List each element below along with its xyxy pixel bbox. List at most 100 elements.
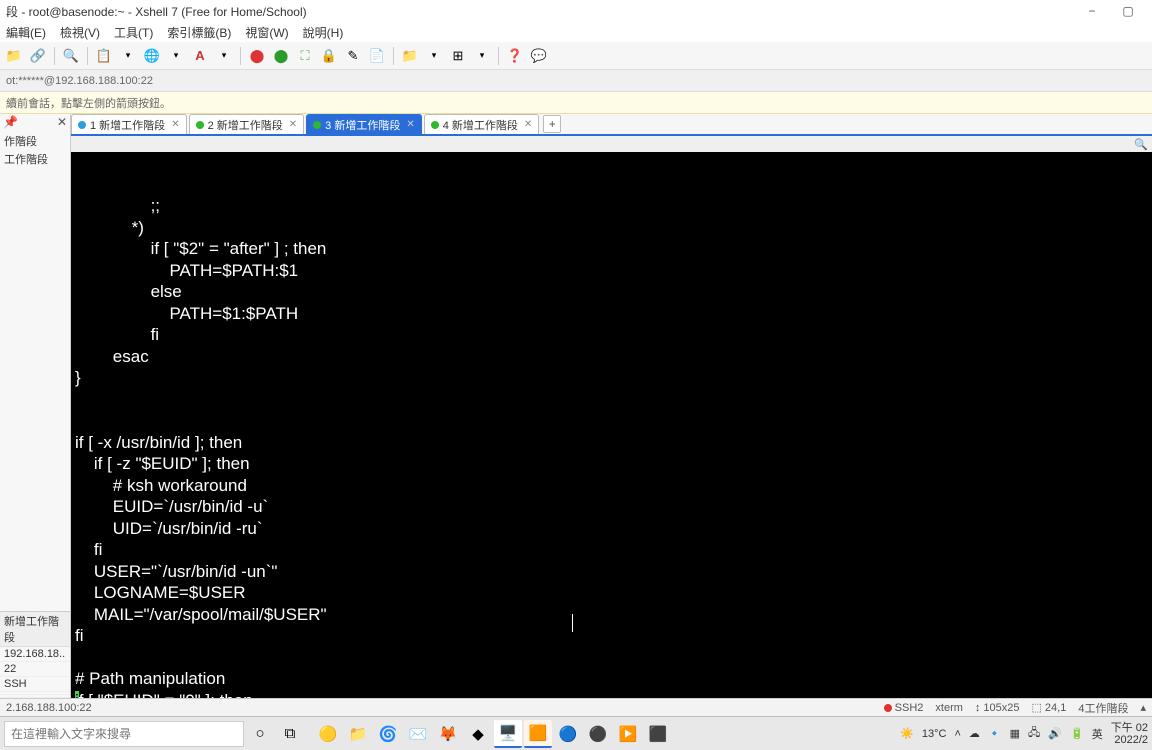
terminal[interactable]: ;; *) if [ "$2" = "after" ] ; then PATH=… [71, 152, 1152, 698]
add-tab-button[interactable]: + [543, 115, 561, 133]
chevron-down-icon[interactable]: ▾ [472, 46, 492, 66]
search-input[interactable] [4, 721, 244, 747]
layout-icon[interactable]: ⊞ [448, 46, 468, 66]
status-dot-icon [431, 121, 439, 129]
edit-icon[interactable]: ✎ [343, 46, 363, 66]
property-empty [0, 695, 70, 698]
main-area: 📌 ✕ 作階段 工作階段 新增工作階段 192.168.18.. 22 SSH … [0, 114, 1152, 698]
close-icon[interactable]: ✕ [406, 119, 414, 130]
close-icon[interactable]: ✕ [524, 119, 532, 130]
status-host: 2.168.188.100:22 [6, 702, 92, 714]
search-icon[interactable]: 🔍 [1134, 138, 1148, 151]
tray-icon[interactable]: 🔹 [988, 727, 1002, 740]
connect-icon[interactable]: ⬤ [271, 46, 291, 66]
chevron-down-icon[interactable]: ▾ [118, 46, 138, 66]
toolbar: 📁 🔗 🔍 📋 ▾ 🌐 ▾ A ▾ ⬤ ⬤ ⛶ 🔒 ✎ 📄 📁 ▾ ⊞ ▾ ❓ … [0, 42, 1152, 70]
weather-icon[interactable]: ☀️ [900, 727, 914, 740]
terminal-line: LOGNAME=$USER [75, 582, 1148, 604]
battery-icon[interactable]: 🔋 [1070, 727, 1084, 740]
chrome-icon[interactable]: 🟡 [314, 720, 342, 748]
tab-session-2[interactable]: 2 新增工作階段 ✕ [189, 114, 305, 134]
tree-item[interactable]: 作階段 [0, 132, 70, 150]
dropbox-icon[interactable]: ◆ [464, 720, 492, 748]
terminal-line: fi [75, 539, 1148, 561]
addressbar[interactable]: ot:******@192.168.188.100:22 [0, 70, 1152, 92]
dot-icon [884, 704, 892, 712]
session-tree[interactable]: 作階段 工作階段 [0, 130, 70, 170]
separator [393, 47, 394, 65]
paste-icon[interactable]: 📋 [94, 46, 114, 66]
menu-edit[interactable]: 編輯(E) [6, 24, 46, 41]
link-icon[interactable]: 🔗 [28, 46, 48, 66]
font-icon[interactable]: A [190, 46, 210, 66]
menu-help[interactable]: 說明(H) [303, 24, 344, 41]
maximize-button[interactable] [1110, 0, 1146, 22]
status-term: xterm [935, 702, 963, 714]
lock-icon[interactable]: 🔒 [319, 46, 339, 66]
minimize-button[interactable] [1074, 0, 1110, 22]
separator [240, 47, 241, 65]
status-dot-icon [196, 121, 204, 129]
titlebar: 段 - root@basenode:~ - Xshell 7 (Free for… [0, 0, 1152, 22]
chevron-down-icon[interactable]: ▾ [424, 46, 444, 66]
onedrive-icon[interactable]: ☁ [969, 727, 980, 740]
volume-icon[interactable]: 🔊 [1048, 727, 1062, 740]
menu-view[interactable]: 檢視(V) [60, 24, 100, 41]
property-header: 新增工作階段 [0, 612, 70, 647]
address-text: ot:******@192.168.188.100:22 [6, 75, 153, 87]
ime-indicator[interactable]: 英 [1092, 726, 1103, 742]
menu-tools[interactable]: 工具(T) [114, 24, 153, 41]
tree-item[interactable]: 工作階段 [0, 150, 70, 168]
pin-icon[interactable]: 📌 [3, 115, 18, 129]
open-icon[interactable]: 📁 [4, 46, 24, 66]
cursor-icon: ⬚ [1032, 701, 1042, 714]
close-icon[interactable]: ✕ [57, 115, 67, 129]
fullscreen-icon[interactable]: ⛶ [295, 46, 315, 66]
mail-icon[interactable]: ✉️ [404, 720, 432, 748]
firefox-icon[interactable]: 🦊 [434, 720, 462, 748]
network-icon[interactable]: 🖧 [1028, 724, 1040, 743]
obs-icon[interactable]: ⚫ [584, 720, 612, 748]
media-icon[interactable]: ▶️ [614, 720, 642, 748]
status-sessions: 4工作階段 [1078, 700, 1128, 716]
tab-session-3[interactable]: 3 新增工作階段 ✕ [306, 114, 422, 134]
close-icon[interactable]: ✕ [171, 119, 179, 130]
chrome2-icon[interactable]: 🔵 [554, 720, 582, 748]
separator [54, 47, 55, 65]
folder-icon[interactable]: 📁 [400, 46, 420, 66]
xshell-icon[interactable]: 🖥️ [494, 720, 522, 748]
status-ssh: SSH2 [884, 702, 924, 714]
globe-icon[interactable]: 🌐 [142, 46, 162, 66]
close-icon[interactable]: ✕ [289, 119, 297, 130]
terminal-line: fi [75, 324, 1148, 346]
tab-session-4[interactable]: 4 新增工作階段 ✕ [424, 114, 540, 134]
taskview-icon[interactable]: ⧉ [276, 720, 304, 748]
tab-label: 2 新增工作階段 [208, 117, 283, 133]
script-icon[interactable]: 📄 [367, 46, 387, 66]
tab-label: 1 新增工作階段 [90, 117, 165, 133]
comment-icon[interactable]: 💬 [529, 46, 549, 66]
chevron-down-icon[interactable]: ▾ [214, 46, 234, 66]
tab-session-1[interactable]: 1 新增工作階段 ✕ [71, 114, 187, 134]
menu-window[interactable]: 視窗(W) [245, 24, 288, 41]
search-icon[interactable]: 🔍 [61, 46, 81, 66]
edge-icon[interactable]: 🌀 [374, 720, 402, 748]
cortana-icon[interactable]: ○ [246, 720, 274, 748]
property-protocol: SSH [0, 677, 70, 692]
explorer-icon[interactable]: 📁 [344, 720, 372, 748]
window-title: 段 - root@basenode:~ - Xshell 7 (Free for… [6, 3, 307, 20]
weather-temp[interactable]: 13°C [922, 728, 947, 740]
app-icon[interactable]: 🟧 [524, 720, 552, 748]
menu-tabs[interactable]: 索引標籤(B) [167, 24, 231, 41]
tray-icon[interactable]: ▦ [1010, 727, 1020, 740]
sidebar-header: 📌 ✕ [0, 114, 70, 130]
status-arrow-icon[interactable]: ▴ [1140, 701, 1146, 714]
terminal-icon[interactable]: ⬛ [644, 720, 672, 748]
property-panel: 新增工作階段 192.168.18.. 22 SSH [0, 611, 70, 698]
chevron-down-icon[interactable]: ▾ [166, 46, 186, 66]
chevron-up-icon[interactable]: ˄ [954, 728, 960, 740]
terminal-line [75, 389, 1148, 411]
disconnect-icon[interactable]: ⬤ [247, 46, 267, 66]
help-icon[interactable]: ❓ [505, 46, 525, 66]
clock[interactable]: 下午 02 2022/2 [1111, 722, 1148, 746]
